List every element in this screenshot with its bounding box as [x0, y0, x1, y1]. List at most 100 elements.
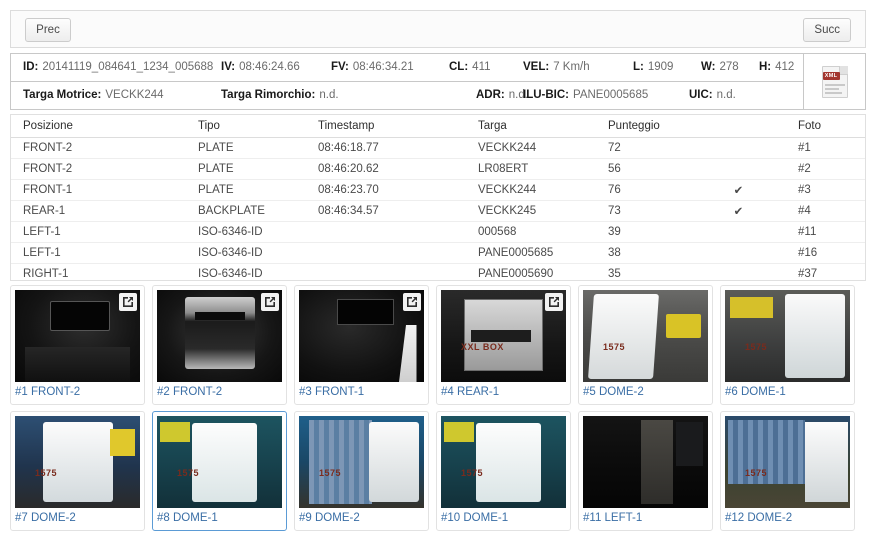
thumbnail-7[interactable]: 1575 #7 DOME-2 [10, 411, 145, 531]
thumbnail-9[interactable]: 1575 #9 DOME-2 [294, 411, 429, 531]
thumbnail-1[interactable]: #1 FRONT-2 [10, 285, 145, 405]
field-label: UIC: [689, 89, 713, 102]
thumbnail-image[interactable]: 1575 [725, 416, 850, 508]
thumbnail-image[interactable]: 1575 [583, 290, 708, 382]
thumbnail-caption[interactable]: #5 DOME-2 [583, 382, 708, 400]
table-row[interactable]: LEFT-1 ISO-6346-ID 000568 39 #11 [11, 221, 865, 242]
thumbnail-8[interactable]: 1575 #8 DOME-1 [152, 411, 287, 531]
info-field-fv: FV: 08:46:34.21 [331, 61, 414, 73]
detection-photo-ref: #11 [798, 225, 817, 238]
prev-button[interactable]: Prec [25, 18, 71, 42]
detection-score: 56 [608, 162, 621, 175]
field-label: ID: [23, 61, 39, 74]
external-link-icon[interactable] [545, 293, 563, 311]
external-link-icon[interactable] [403, 293, 421, 311]
detection-selected-check [691, 158, 786, 179]
detection-timestamp: 08:46:34.57 [318, 204, 379, 217]
thumbnail-image[interactable]: 1575 [299, 416, 424, 508]
thumbnail-caption[interactable]: #11 LEFT-1 [583, 508, 708, 526]
thumbnail-3[interactable]: #3 FRONT-1 [294, 285, 429, 405]
field-label: VEL: [523, 61, 550, 74]
thumbnail-image[interactable]: 1575 [725, 290, 850, 382]
thumbnail-caption[interactable]: #6 DOME-1 [725, 382, 850, 400]
thumbnail-caption[interactable]: #3 FRONT-1 [299, 382, 424, 400]
field-value: 7 Km/h [553, 61, 590, 74]
thumbnail-caption[interactable]: #1 FRONT-2 [15, 382, 140, 400]
thumbnail-image[interactable] [157, 290, 282, 382]
vehicle-marking: 1575 [461, 467, 484, 478]
thumbnail-image[interactable] [15, 290, 140, 382]
vehicle-marking: 1575 [35, 467, 58, 478]
next-button[interactable]: Succ [803, 18, 851, 42]
thumbnail-image[interactable]: 1575 [15, 416, 140, 508]
detection-score: 39 [608, 225, 621, 238]
detections-table-body: FRONT-2 PLATE 08:46:18.77 VECKK244 72 #1 FRONT… [11, 137, 865, 280]
field-label: IV: [221, 61, 236, 74]
thumbnail-caption[interactable]: #8 DOME-1 [157, 508, 282, 526]
scene-render [299, 416, 424, 508]
field-label: W: [701, 61, 716, 74]
detection-photo-ref: #37 [798, 267, 818, 280]
field-value: n.d. [319, 89, 339, 102]
detection-photo-ref: #3 [798, 183, 811, 196]
vehicle-marking: 1575 [177, 467, 200, 478]
info-field-l: L: 1909 [633, 61, 673, 73]
field-value: 20141119_084641_1234_005688 [42, 61, 214, 74]
detection-type: ISO-6346-ID [198, 246, 263, 259]
detection-type: ISO-6346-ID [198, 225, 263, 238]
thumbnail-12[interactable]: 1575 #12 DOME-2 [720, 411, 855, 531]
info-field-targarimorchio: Targa Rimorchio: n.d. [221, 89, 339, 101]
external-link-icon[interactable] [261, 293, 279, 311]
column-header-posizione: Posizione [11, 115, 186, 138]
field-value: 278 [719, 61, 739, 74]
scene-render [441, 416, 566, 508]
info-rows: ID: 20141119_084641_1234_005688 IV: 08:46:2… [11, 54, 803, 109]
external-link-icon[interactable] [119, 293, 137, 311]
thumbnail-caption[interactable]: #2 FRONT-2 [157, 382, 282, 400]
scene-render [583, 290, 708, 382]
thumbnail-4[interactable]: XXL BOX #4 REAR-1 [436, 285, 571, 405]
thumbnail-11[interactable]: #11 LEFT-1 [578, 411, 713, 531]
detection-type: PLATE [198, 141, 234, 154]
field-value: n.d. [716, 89, 736, 102]
detection-detail-page: Prec Succ ID: 20141119_084641_1234_005688… [0, 0, 876, 540]
thumbnail-image[interactable]: 1575 [441, 416, 566, 508]
thumbnail-caption[interactable]: #12 DOME-2 [725, 508, 850, 526]
detection-position: FRONT-2 [23, 162, 73, 175]
table-row[interactable]: FRONT-2 PLATE 08:46:18.77 VECKK244 72 #1 [11, 137, 865, 158]
vehicle-marking: 1575 [745, 467, 768, 478]
thumbnail-5[interactable]: 1575 #5 DOME-2 [578, 285, 713, 405]
thumbnail-caption[interactable]: #4 REAR-1 [441, 382, 566, 400]
field-label: Targa Rimorchio: [221, 89, 316, 102]
field-label: CL: [449, 61, 469, 74]
thumbnail-image[interactable] [583, 416, 708, 508]
thumbnail-6[interactable]: 1575 #6 DOME-1 [720, 285, 855, 405]
thumbnail-caption[interactable]: #10 DOME-1 [441, 508, 566, 526]
xml-download-button[interactable]: XML [803, 54, 865, 109]
info-row-primary: ID: 20141119_084641_1234_005688 IV: 08:46:2… [11, 54, 803, 82]
scene-render [15, 416, 140, 508]
detection-selected-check [691, 221, 786, 242]
table-row[interactable]: LEFT-1 ISO-6346-ID PANE0005685 38 #16 [11, 242, 865, 263]
thumbnail-image[interactable]: XXL BOX [441, 290, 566, 382]
thumbnail-2[interactable]: #2 FRONT-2 [152, 285, 287, 405]
info-field-ilu-bic: ILU-BIC: PANE0005685 [523, 89, 648, 101]
vehicle-marking: XXL BOX [461, 341, 504, 352]
detection-score: 73 [608, 204, 621, 217]
info-field-w: W: 278 [701, 61, 739, 73]
info-row-secondary: Targa Motrice: VECKK244 Targa Rimorchio: n.… [11, 82, 803, 109]
thumbnail-image[interactable]: 1575 [157, 416, 282, 508]
table-row[interactable]: RIGHT-1 ISO-6346-ID PANE0005690 35 #37 [11, 263, 865, 280]
field-value: 08:46:24.66 [239, 61, 300, 74]
detection-photo-ref: #2 [798, 162, 811, 175]
thumbnail-10[interactable]: 1575 #10 DOME-1 [436, 411, 571, 531]
xml-file-icon: XML [821, 65, 848, 98]
info-field-id: ID: 20141119_084641_1234_005688 [23, 61, 213, 73]
thumbnail-image[interactable] [299, 290, 424, 382]
thumbnail-caption[interactable]: #9 DOME-2 [299, 508, 424, 526]
thumbnail-caption[interactable]: #7 DOME-2 [15, 508, 140, 526]
table-row[interactable]: REAR-1 BACKPLATE 08:46:34.57 VECKK245 73 ✔ #4 [11, 200, 865, 221]
table-row[interactable]: FRONT-2 PLATE 08:46:20.62 LR08ERT 56 #2 [11, 158, 865, 179]
table-row[interactable]: FRONT-1 PLATE 08:46:23.70 VECKK244 76 ✔ #3 [11, 179, 865, 200]
field-value: 1909 [647, 61, 674, 74]
